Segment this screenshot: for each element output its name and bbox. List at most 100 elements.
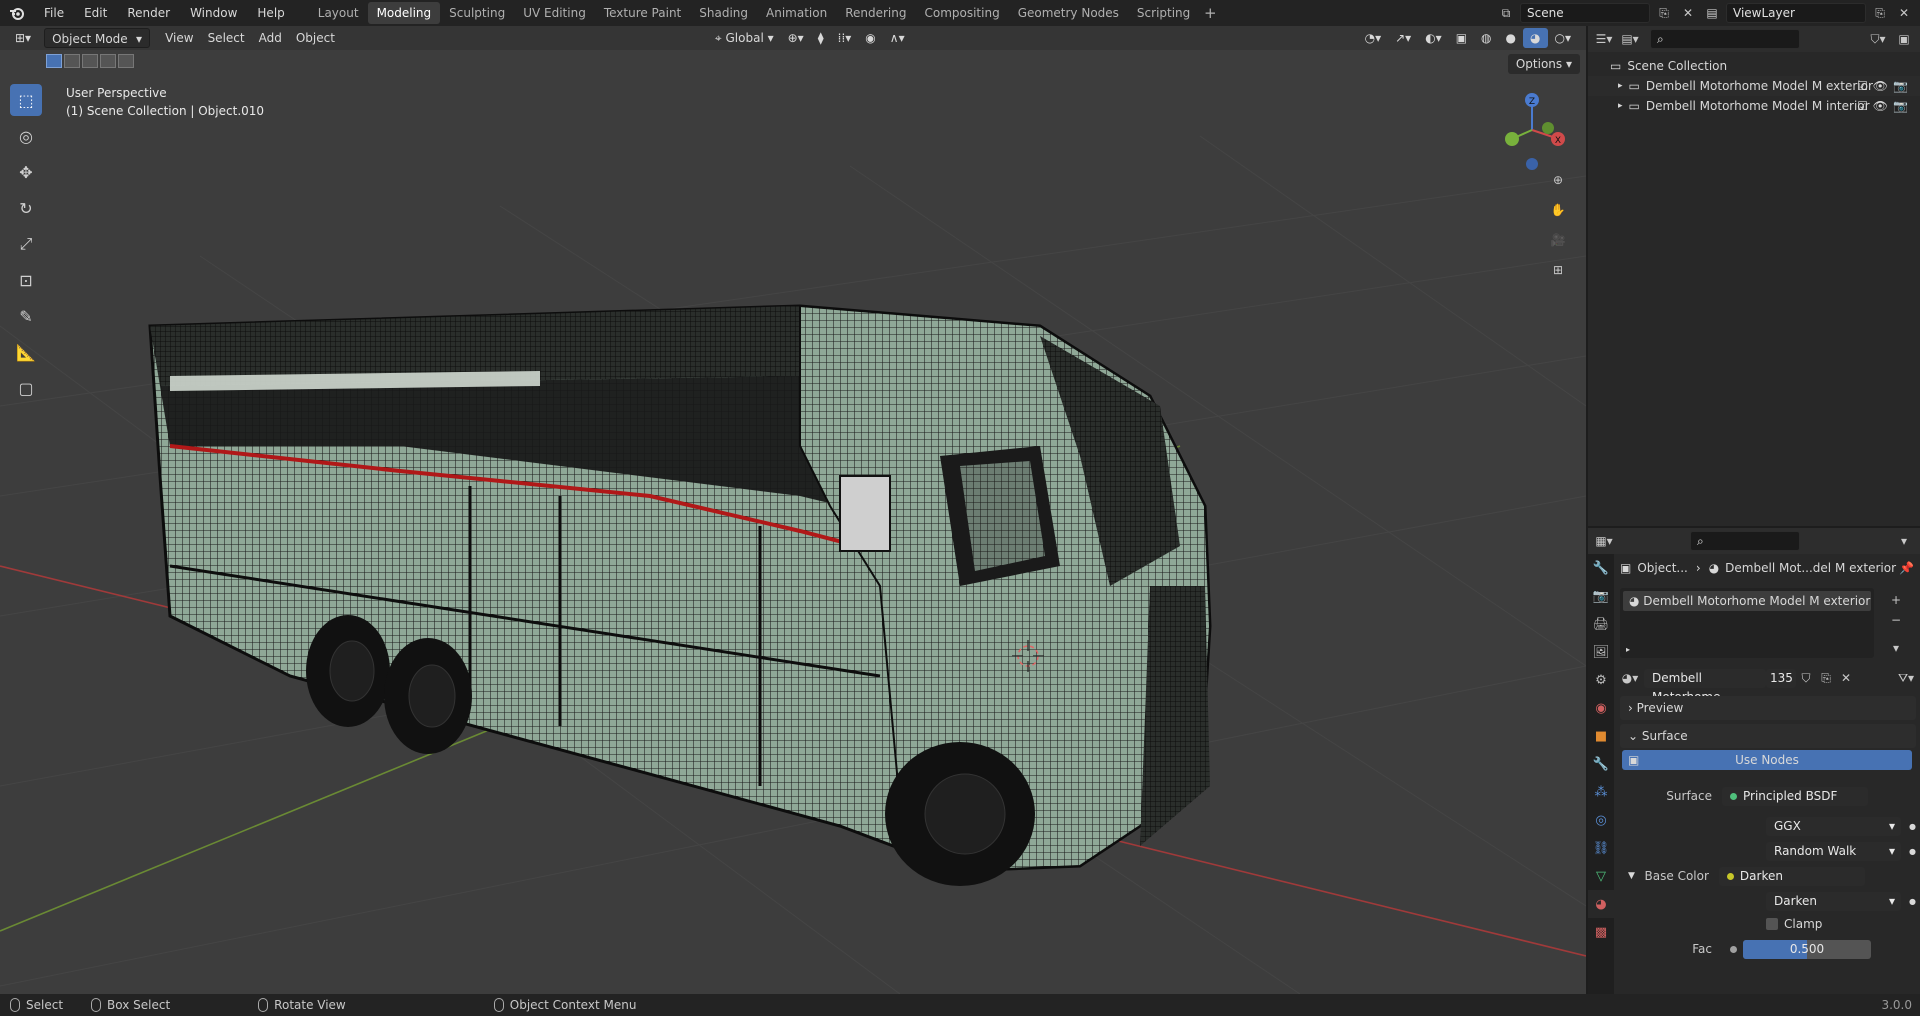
overlays-icon[interactable]: ◐▾ (1418, 28, 1449, 48)
tab-constraints-icon[interactable]: ⛓ (1588, 834, 1614, 862)
shading-wireframe-icon[interactable]: ◍ (1474, 28, 1498, 48)
subsurface-method-dropdown[interactable]: Random Walk ▾ (1766, 841, 1902, 861)
tab-output-icon[interactable]: 🖨 (1588, 610, 1614, 638)
view-layer-icon[interactable]: ▤ (1702, 3, 1722, 23)
remove-slot-icon[interactable]: − (1886, 610, 1906, 630)
shading-material-icon[interactable]: ◕ (1523, 28, 1548, 48)
tab-rendering[interactable]: Rendering (836, 2, 915, 24)
tab-shading[interactable]: Shading (690, 2, 757, 24)
select-mode-intersect-icon[interactable] (118, 54, 134, 68)
preview-panel-header[interactable]: › Preview (1620, 696, 1916, 720)
tab-modifier-icon[interactable]: 🔧 (1588, 750, 1614, 778)
select-mode-invert-icon[interactable] (100, 54, 116, 68)
select-mode-subtract-icon[interactable] (82, 54, 98, 68)
tab-animation[interactable]: Animation (757, 2, 836, 24)
gizmo-toggle-icon[interactable]: ↗▾ (1388, 28, 1418, 48)
tab-compositing[interactable]: Compositing (915, 2, 1008, 24)
base-color-field[interactable]: Darken (1718, 866, 1865, 886)
zoom-icon[interactable]: ⊕ (1548, 170, 1568, 190)
editor-type-icon[interactable]: ⊞▾ (8, 28, 38, 48)
menu-render[interactable]: Render (117, 0, 180, 26)
eye-icon[interactable]: 👁 (1873, 79, 1888, 93)
move-tool-icon[interactable]: ✥ (10, 156, 42, 188)
expand-arrow-icon[interactable]: ▸ (1618, 81, 1623, 91)
duplicate-icon[interactable]: ⎘ (1816, 668, 1836, 688)
annotate-tool-icon[interactable]: ✎ (10, 300, 42, 332)
snap-target-icon[interactable]: ⁞⁞▾ (831, 28, 859, 48)
collapse-arrow-icon[interactable]: ▼ (1628, 871, 1635, 881)
shading-rendered-icon[interactable]: ○▾ (1548, 28, 1579, 48)
tab-data-icon[interactable]: ▽ (1588, 862, 1614, 890)
visibility-icon[interactable]: ◔▾ (1358, 28, 1389, 48)
surface-panel-header[interactable]: ⌄ Surface (1620, 724, 1916, 748)
add-workspace-icon[interactable]: + (1199, 2, 1221, 24)
render-camera-icon[interactable]: 📷 (1893, 99, 1908, 113)
tab-object-icon[interactable]: ■ (1588, 722, 1614, 750)
outliner-editor-icon[interactable]: ☰▾ (1594, 29, 1614, 49)
eye-icon[interactable]: 👁 (1873, 99, 1888, 113)
tab-modeling[interactable]: Modeling (367, 2, 441, 24)
falloff-icon[interactable]: ∧▾ (883, 28, 912, 48)
tab-tool-icon[interactable]: 🔧 (1588, 554, 1614, 582)
tab-geometry-nodes[interactable]: Geometry Nodes (1009, 2, 1128, 24)
outliner-item-exterior[interactable]: ▸ ▭ Dembell Motorhome Model M exterior ☑… (1588, 76, 1920, 96)
chevron-down-icon[interactable]: ▾ (1894, 531, 1914, 551)
checkbox-icon[interactable]: ☑ (1857, 79, 1868, 93)
menu-view[interactable]: View (158, 28, 200, 48)
select-box-tool-icon[interactable]: ⬚ (10, 84, 42, 116)
xray-icon[interactable]: ▣ (1449, 28, 1474, 48)
tab-material-icon[interactable]: ◕ (1588, 890, 1614, 918)
add-slot-icon[interactable]: + (1886, 590, 1906, 610)
expand-arrow-icon[interactable]: ▸ (1618, 101, 1623, 111)
options-dropdown[interactable]: Options ▾ (1507, 54, 1580, 74)
new-view-layer-icon[interactable]: ⎘ (1870, 3, 1890, 23)
delete-scene-icon[interactable]: ✕ (1678, 3, 1698, 23)
user-count[interactable]: 135 (1766, 668, 1796, 688)
material-name-field[interactable]: Dembell Motorhome ... (1644, 668, 1766, 704)
camera-icon[interactable]: 🎥 (1548, 230, 1568, 250)
checkbox-icon[interactable]: ☑ (1857, 99, 1868, 113)
scene-name-field[interactable]: Scene (1520, 3, 1650, 23)
add-cube-tool-icon[interactable]: ▢ (10, 372, 42, 404)
rotate-tool-icon[interactable]: ↻ (10, 192, 42, 224)
chevron-down-icon[interactable]: ▾ (1886, 638, 1906, 658)
outliner-search-input[interactable]: ⌕ (1650, 29, 1800, 49)
preview-panel[interactable]: › Preview (1616, 694, 1920, 722)
measure-tool-icon[interactable]: 📐 (10, 336, 42, 368)
mode-dropdown[interactable]: Object Mode ▾ (44, 28, 151, 48)
tab-physics-icon[interactable]: ◎ (1588, 806, 1614, 834)
unlink-icon[interactable]: ✕ (1836, 668, 1856, 688)
tab-texture-icon[interactable]: ▩ (1588, 918, 1614, 946)
filter-icon[interactable]: ⛉▾ (1868, 29, 1888, 49)
shading-solid-icon[interactable]: ● (1499, 28, 1523, 48)
3d-viewport[interactable]: ⊞▾ Object Mode ▾ View Select Add Object … (0, 26, 1586, 994)
pan-hand-icon[interactable]: ✋ (1548, 200, 1568, 220)
transform-tool-icon[interactable]: ⊡ (10, 264, 42, 296)
render-camera-icon[interactable]: 📷 (1893, 79, 1908, 93)
outliner-scene-collection[interactable]: ▭ Scene Collection (1588, 56, 1920, 76)
tab-render-icon[interactable]: 📷 (1588, 582, 1614, 610)
material-slot-list[interactable]: ◕ Dembell Motorhome Model M exterior ▸ (1620, 588, 1874, 658)
tab-uv-editing[interactable]: UV Editing (514, 2, 595, 24)
cursor-tool-icon[interactable]: ◎ (10, 120, 42, 152)
outliner-item-interior[interactable]: ▸ ▭ Dembell Motorhome Model M interior ☑… (1588, 96, 1920, 116)
properties-editor-icon[interactable]: ▦▾ (1594, 531, 1614, 551)
menu-file[interactable]: File (34, 0, 74, 26)
display-mode-icon[interactable]: ▤▾ (1620, 29, 1640, 49)
clamp-checkbox[interactable] (1766, 918, 1778, 930)
tab-texture-paint[interactable]: Texture Paint (595, 2, 690, 24)
keyframe-dot-icon[interactable]: ● (1909, 822, 1916, 831)
tab-particles-icon[interactable]: ⁂ (1588, 778, 1614, 806)
menu-add[interactable]: Add (252, 28, 289, 48)
tab-scripting[interactable]: Scripting (1128, 2, 1199, 24)
keyframe-dot-icon[interactable]: ● (1909, 847, 1916, 856)
select-mode-new-icon[interactable] (46, 54, 62, 68)
surface-panel[interactable]: ⌄ Surface (1616, 722, 1920, 750)
properties-search-input[interactable]: ⌕ (1690, 531, 1800, 551)
node-tree-icon[interactable]: ⛛▾ (1896, 668, 1916, 688)
tab-scene-icon[interactable]: ⚙ (1588, 666, 1614, 694)
expand-arrow-icon[interactable]: ▸ (1626, 645, 1630, 654)
pivot-icon[interactable]: ⊕▾ (781, 28, 811, 48)
grid-perspective-icon[interactable]: ⊞ (1548, 260, 1568, 280)
new-collection-icon[interactable]: ▣ (1894, 29, 1914, 49)
